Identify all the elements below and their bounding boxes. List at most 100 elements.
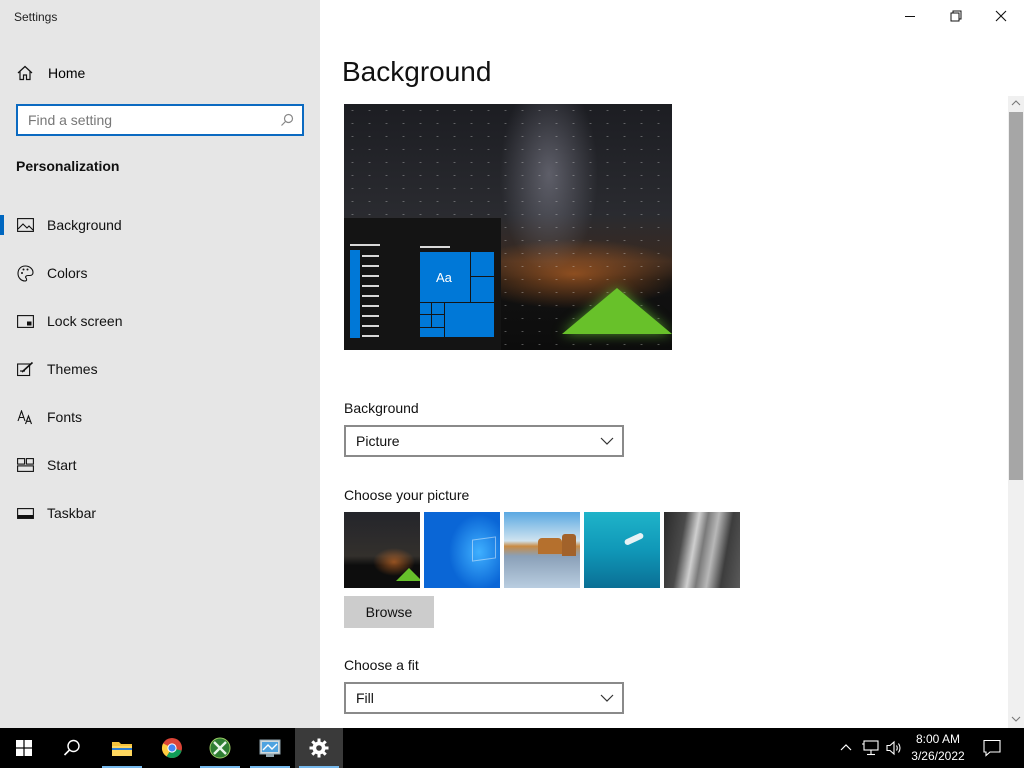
lock-screen-icon (16, 314, 34, 328)
volume-icon[interactable] (886, 740, 904, 756)
picture-thumb-rock-cliff[interactable] (664, 512, 740, 588)
taskbar-xbox-app[interactable] (196, 728, 244, 768)
scroll-up-icon[interactable] (1011, 99, 1021, 107)
fit-label: Choose a fit (344, 657, 419, 673)
taskbar: 8:00 AM 3/26/2022 (0, 728, 1024, 768)
thumb-rock (562, 534, 576, 556)
preview-start-menu: Aa (344, 218, 501, 350)
sidebar-item-label: Colors (47, 265, 88, 281)
preview-start-strip (350, 250, 360, 338)
sidebar-item-colors[interactable]: Colors (0, 253, 320, 293)
preview-line (362, 275, 379, 277)
thumb-swimmer (623, 532, 645, 546)
preview-tile-large: Aa (419, 251, 471, 303)
xbox-icon (209, 737, 231, 759)
start-button[interactable] (0, 728, 48, 768)
preview-line (350, 244, 380, 246)
thumb-rock (538, 538, 562, 554)
preview-tile (470, 276, 495, 303)
control-panel-icon (259, 739, 281, 757)
notification-icon[interactable] (983, 739, 1001, 757)
preview-tile-label: Aa (436, 270, 452, 285)
home-label: Home (48, 65, 86, 81)
background-dropdown[interactable]: Picture (344, 425, 624, 457)
sidebar-item-fonts[interactable]: Fonts (0, 397, 320, 437)
sidebar-item-start[interactable]: Start (0, 445, 320, 485)
taskbar-chrome[interactable] (148, 728, 196, 768)
thumb-tent (396, 568, 420, 581)
windows-start-icon (16, 740, 32, 756)
preview-line (362, 285, 379, 287)
thumb-windows-logo (472, 536, 496, 562)
preview-tile (470, 251, 495, 277)
preview-line (362, 255, 379, 257)
chevron-down-icon (600, 437, 614, 445)
picture-icon (16, 218, 34, 232)
fit-dropdown-value: Fill (356, 690, 374, 706)
main-content: Background Aa Background Picture Choose … (320, 0, 1024, 728)
sidebar-item-lock-screen[interactable]: Lock screen (0, 301, 320, 341)
preview-line (362, 335, 379, 337)
taskbar-icon (16, 507, 34, 519)
home-icon (17, 65, 33, 81)
taskbar-file-explorer[interactable] (98, 728, 146, 768)
fonts-icon (16, 409, 34, 425)
background-dropdown-value: Picture (356, 433, 400, 449)
sidebar-item-background[interactable]: Background (0, 205, 320, 245)
sidebar-item-themes[interactable]: Themes (0, 349, 320, 389)
picture-thumb-windows-blue[interactable] (424, 512, 500, 588)
browse-button[interactable]: Browse (344, 596, 434, 628)
preview-tent (562, 288, 672, 334)
search-box[interactable] (16, 104, 304, 136)
network-icon[interactable] (862, 740, 880, 756)
sidebar-item-taskbar[interactable]: Taskbar (0, 493, 320, 533)
background-preview: Aa (344, 104, 672, 350)
search-icon (281, 113, 294, 126)
taskbar-search-button[interactable] (48, 728, 96, 768)
sidebar-item-label: Fonts (47, 409, 83, 425)
chevron-up-icon[interactable] (840, 742, 852, 752)
preview-line (362, 315, 379, 317)
sidebar-item-label: Themes (47, 361, 98, 377)
preview-line (362, 305, 379, 307)
app-title: Settings (14, 10, 58, 24)
taskbar-control-panel[interactable] (246, 728, 294, 768)
preview-line (362, 295, 379, 297)
clock-date: 3/26/2022 (911, 749, 965, 763)
start-icon (16, 458, 34, 472)
settings-window: Settings Home Personalization Background (0, 0, 1024, 728)
taskbar-settings[interactable] (295, 728, 343, 768)
sidebar: Settings Home Personalization Background (0, 0, 320, 728)
fit-dropdown[interactable]: Fill (344, 682, 624, 714)
file-explorer-icon (112, 742, 132, 756)
background-label: Background (344, 400, 419, 416)
home-link[interactable]: Home (16, 62, 85, 84)
chevron-down-icon (600, 694, 614, 702)
choose-picture-label: Choose your picture (344, 487, 470, 503)
preview-tile (419, 327, 445, 338)
palette-icon (16, 264, 34, 282)
taskbar-clock[interactable]: 8:00 AM 3/26/2022 (906, 731, 970, 765)
scroll-down-icon[interactable] (1011, 715, 1021, 723)
clock-time: 8:00 AM (915, 732, 961, 746)
search-icon (63, 739, 80, 756)
picture-thumb-night-sky[interactable] (344, 512, 420, 588)
preview-line (420, 246, 450, 248)
sidebar-item-label: Taskbar (47, 505, 97, 521)
section-title: Personalization (16, 158, 120, 174)
preview-line (362, 265, 379, 267)
sidebar-item-label: Lock screen (47, 313, 123, 329)
preview-tile (444, 302, 495, 338)
settings-icon (309, 738, 329, 758)
sidebar-item-label: Start (47, 457, 77, 473)
page-title: Background (342, 56, 492, 87)
picture-thumb-underwater[interactable] (584, 512, 660, 588)
scrollbar-thumb[interactable] (1009, 112, 1023, 480)
picture-thumb-beach-rocks[interactable] (504, 512, 580, 588)
search-input[interactable] (28, 111, 276, 129)
themes-icon (16, 361, 34, 377)
preview-tile (431, 314, 445, 328)
preview-line (362, 325, 379, 327)
sidebar-item-label: Background (47, 217, 122, 233)
chrome-icon (161, 738, 182, 759)
